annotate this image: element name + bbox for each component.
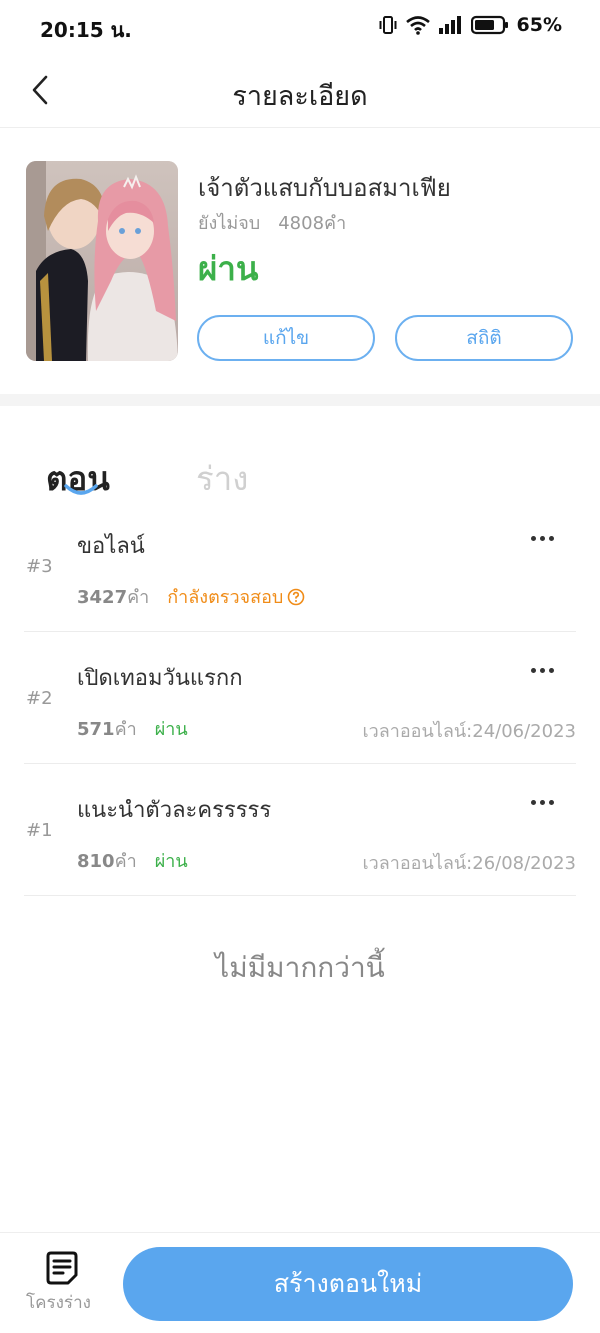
episode-word-count: 3427คำ (77, 587, 150, 608)
end-of-list-text: ไม่มีมากกว่านี้ (215, 951, 385, 984)
episode-status: กำลังตรวจสอบ (167, 582, 305, 611)
episode-word-count: 571คำ (77, 719, 137, 740)
episode-status: ผ่าน (154, 851, 188, 872)
status-bar: 20:15 น. 65% (0, 0, 600, 56)
more-button[interactable] (522, 790, 562, 814)
battery-icon (470, 15, 508, 35)
book-meta: ยังไม่จบ 4808คำ (198, 208, 346, 237)
book-cover[interactable] (26, 161, 178, 361)
wifi-icon (405, 16, 430, 35)
page-title: รายละเอียด (232, 81, 368, 112)
more-button[interactable] (522, 526, 562, 550)
episode-online-time: เวลาออนไลน์:26/08/2023 (362, 853, 576, 874)
book-card: เจ้าตัวแสบกับบอสมาเฟีย ยังไม่จบ 4808คำ ผ… (0, 128, 600, 394)
book-title: เจ้าตัวแสบกับบอสมาเฟีย (198, 174, 451, 202)
more-icon (530, 667, 536, 673)
draft-outline-button[interactable]: โครงร่าง (22, 1251, 102, 1321)
tab-active-indicator (64, 484, 98, 495)
episode-word-count: 810คำ (77, 851, 137, 872)
episode-meta: 571คำ ผ่าน (77, 714, 188, 743)
more-button[interactable] (522, 658, 562, 682)
section-divider (0, 394, 600, 406)
signal-icon (438, 16, 461, 34)
header: รายละเอียด (0, 56, 600, 128)
episode-number: #2 (26, 688, 53, 709)
book-progress-status: ยังไม่จบ (198, 213, 261, 234)
episode-title: ขอไลน์ (77, 534, 145, 559)
bottom-bar: โครงร่าง สร้างตอนใหม่ (0, 1232, 600, 1333)
status-icons: 65% (379, 14, 562, 36)
episode-number: #1 (26, 820, 53, 841)
help-circle-icon[interactable] (287, 588, 305, 606)
book-review-status: ผ่าน (198, 249, 259, 288)
episode-title: เปิดเทอมวันแรกก (77, 666, 243, 691)
tab-drafts[interactable]: ร่าง (196, 452, 248, 505)
episode-number: #3 (26, 556, 53, 577)
episode-online-time: เวลาออนไลน์:24/06/2023 (362, 721, 576, 742)
vibrate-icon (379, 16, 397, 34)
draft-document-icon (46, 1251, 78, 1285)
stats-button[interactable]: สถิติ (395, 315, 573, 361)
cover-illustration (26, 161, 178, 361)
episode-meta: 3427คำ กำลังตรวจสอบ (77, 582, 305, 611)
status-time: 20:15 น. (40, 18, 132, 42)
episode-item[interactable]: #1 แนะนำตัวละครรรรร 810คำ ผ่าน เวลาออนไล… (24, 764, 576, 896)
book-word-count: 4808คำ (278, 213, 347, 234)
draft-outline-label: โครงร่าง (26, 1293, 91, 1313)
more-icon (530, 799, 536, 805)
episode-status: ผ่าน (154, 719, 188, 740)
episode-title: แนะนำตัวละครรรรร (77, 798, 272, 823)
battery-percent: 65% (516, 14, 562, 36)
more-icon (530, 535, 536, 541)
episode-item[interactable]: #3 ขอไลน์ 3427คำ กำลังตรวจสอบ (24, 500, 576, 632)
create-episode-button[interactable]: สร้างตอนใหม่ (123, 1247, 573, 1321)
episode-meta: 810คำ ผ่าน (77, 846, 188, 875)
episode-item[interactable]: #2 เปิดเทอมวันแรกก 571คำ ผ่าน เวลาออนไลน… (24, 632, 576, 764)
edit-button[interactable]: แก้ไข (197, 315, 375, 361)
